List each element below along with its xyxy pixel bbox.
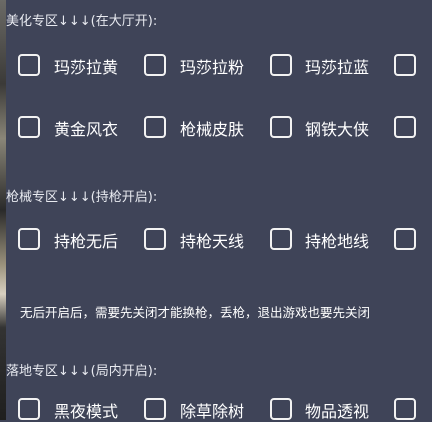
checkbox-row3-col4[interactable] xyxy=(394,228,416,250)
checkbox-row1-col4[interactable] xyxy=(394,54,416,76)
checkbox-no-recoil[interactable] xyxy=(18,228,40,250)
section-header-landing: 落地专区↓↓↓(局内开启): xyxy=(6,364,158,379)
label-maserati-pink: 玛莎拉粉 xyxy=(180,58,245,77)
checkbox-maserati-yellow[interactable] xyxy=(18,54,40,76)
section-header-weapons: 枪械专区↓↓↓(持枪开启): xyxy=(6,190,158,205)
checkbox-row2-col4[interactable] xyxy=(394,116,416,138)
cheat-menu-panel: 美化专区↓↓↓(在大厅开): 玛莎拉黄 玛莎拉粉 玛莎拉蓝 黄金风衣 枪械皮肤 … xyxy=(6,0,432,421)
label-gun-skin: 枪械皮肤 xyxy=(180,120,245,139)
checkbox-ground-line[interactable] xyxy=(270,228,292,250)
checkbox-golden-coat[interactable] xyxy=(18,116,40,138)
label-iron-hero: 钢铁大侠 xyxy=(305,120,370,139)
label-night-mode: 黑夜模式 xyxy=(54,402,119,421)
checkbox-night-mode[interactable] xyxy=(18,398,40,420)
label-item-esp: 物品透视 xyxy=(305,402,370,421)
checkbox-iron-hero[interactable] xyxy=(270,116,292,138)
label-ground-line: 持枪地线 xyxy=(305,232,370,251)
checkbox-sky-line[interactable] xyxy=(144,228,166,250)
label-maserati-blue: 玛莎拉蓝 xyxy=(305,58,370,77)
label-maserati-yellow: 玛莎拉黄 xyxy=(54,58,119,77)
label-sky-line: 持枪天线 xyxy=(180,232,245,251)
label-no-recoil: 持枪无后 xyxy=(54,232,119,251)
label-remove-grass-trees: 除草除树 xyxy=(180,402,245,421)
checkbox-remove-grass-trees[interactable] xyxy=(144,398,166,420)
checkbox-row4-col4[interactable] xyxy=(394,398,416,420)
section-header-beautify: 美化专区↓↓↓(在大厅开): xyxy=(6,14,158,29)
checkbox-maserati-pink[interactable] xyxy=(144,54,166,76)
checkbox-gun-skin[interactable] xyxy=(144,116,166,138)
warning-note: 无后开启后，需要先关闭才能换枪，丢枪，退出游戏也要先关闭 xyxy=(20,305,371,320)
checkbox-item-esp[interactable] xyxy=(270,398,292,420)
label-golden-coat: 黄金风衣 xyxy=(54,120,119,139)
checkbox-maserati-blue[interactable] xyxy=(270,54,292,76)
